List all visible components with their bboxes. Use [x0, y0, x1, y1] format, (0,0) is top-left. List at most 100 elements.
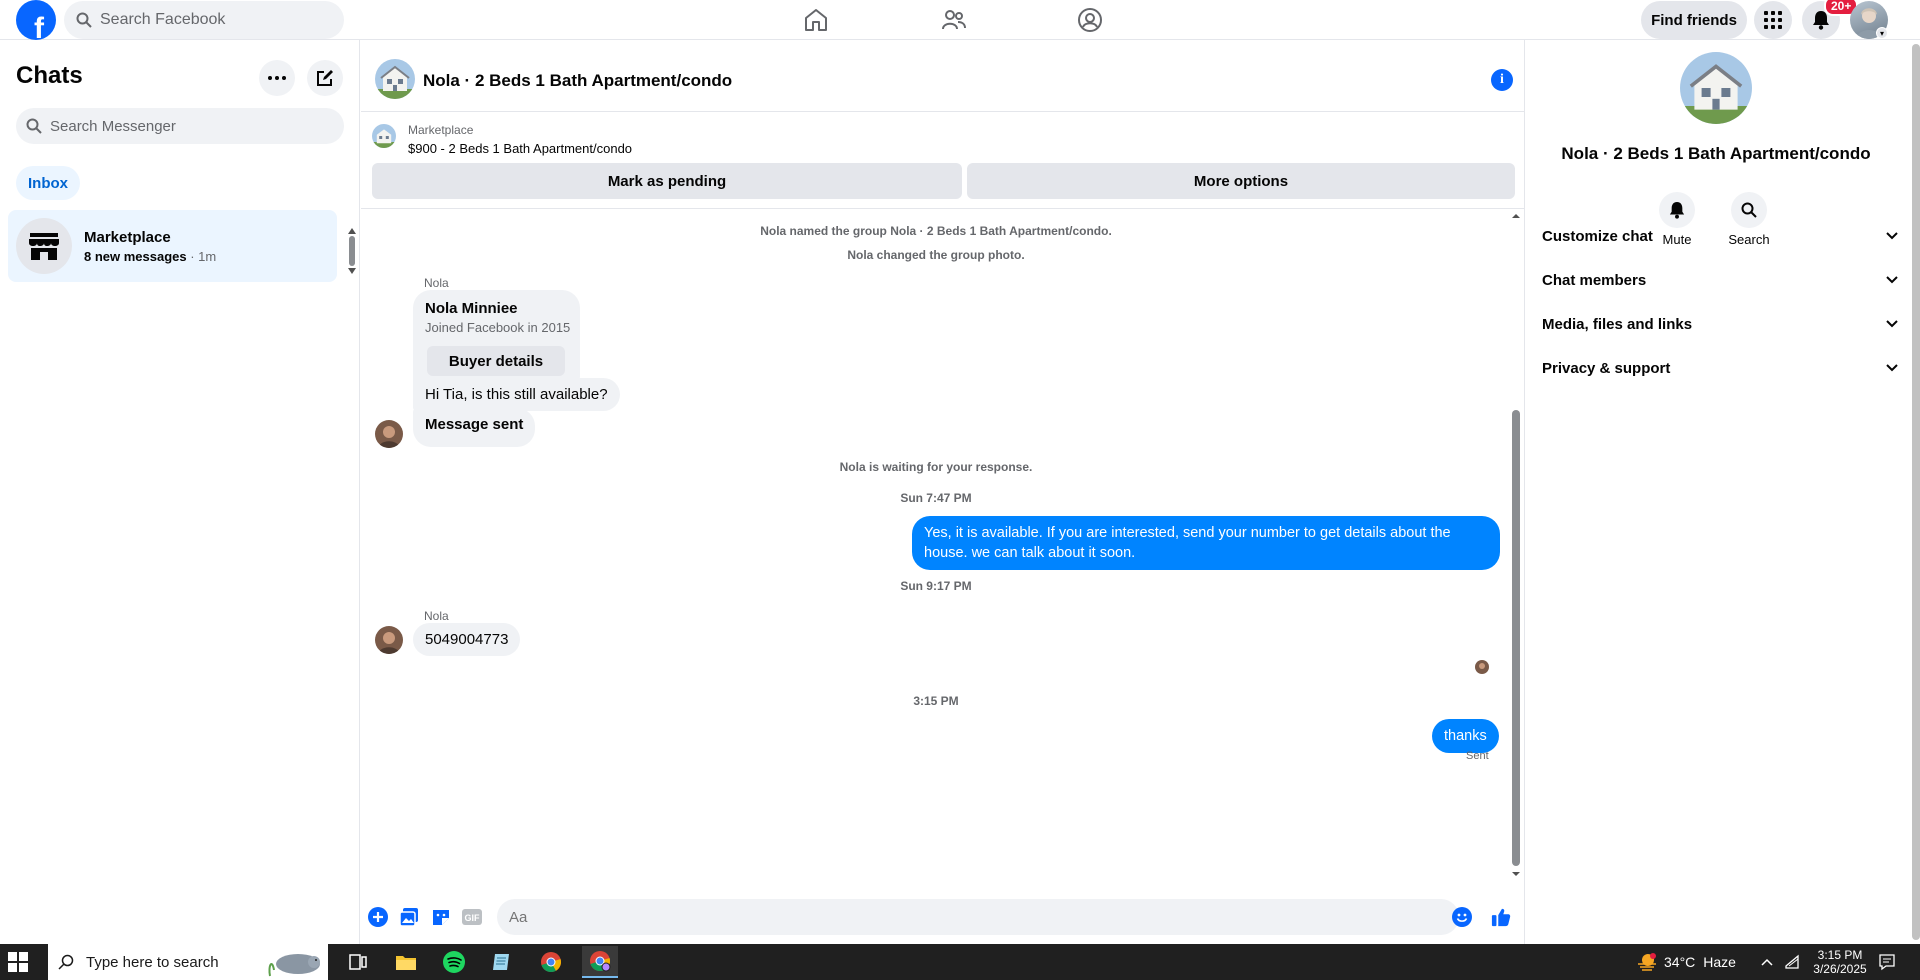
- top-navbar: f Search Facebook Find friends 20+ ▾: [0, 0, 1920, 40]
- search-icon: [58, 954, 74, 970]
- listing-thumbnail[interactable]: [372, 124, 396, 148]
- chrome-profile-icon[interactable]: [582, 946, 618, 978]
- incoming-message[interactable]: 5049004773: [413, 623, 521, 656]
- search-placeholder: Search Facebook: [100, 11, 226, 28]
- chat-title[interactable]: Nola · 2 Beds 1 Bath Apartment/condo: [423, 71, 732, 91]
- gif-icon[interactable]: GIF: [462, 907, 482, 927]
- info-icon[interactable]: i: [1491, 69, 1513, 91]
- chrome-icon[interactable]: [533, 946, 569, 978]
- section-label: Media, files and links: [1542, 315, 1693, 333]
- messenger-search-input[interactable]: Search Messenger: [16, 108, 344, 144]
- find-friends-button[interactable]: Find friends: [1641, 1, 1747, 39]
- inbox-filter-chip[interactable]: Inbox: [16, 166, 80, 200]
- svg-text:GIF: GIF: [465, 913, 481, 923]
- manatee-search-highlight-icon: [268, 954, 320, 977]
- spotify-icon[interactable]: [436, 946, 472, 978]
- conversation-title: Marketplace: [84, 228, 171, 246]
- taskbar-search-input[interactable]: Type here to search: [48, 944, 328, 980]
- buyer-joined: Joined Facebook in 2015: [425, 320, 571, 335]
- groups-icon[interactable]: [1076, 6, 1104, 34]
- new-message-icon[interactable]: [307, 60, 343, 96]
- friends-icon[interactable]: [940, 6, 968, 34]
- sender-name: Nola: [424, 609, 449, 623]
- weather-haze-icon: [1638, 953, 1656, 971]
- system-clock[interactable]: 3:15 PM 3/26/2025: [1800, 948, 1880, 976]
- listing-title[interactable]: $900 - 2 Beds 1 Bath Apartment/condo: [408, 141, 632, 156]
- outgoing-message[interactable]: Yes, it is available. If you are interes…: [912, 516, 1500, 570]
- facebook-logo[interactable]: f: [16, 0, 56, 40]
- facebook-search-input[interactable]: Search Facebook: [64, 1, 344, 39]
- message-status: Sent: [1466, 750, 1489, 762]
- more-options-icon[interactable]: [259, 60, 295, 96]
- group-photo-large[interactable]: [1680, 52, 1752, 124]
- windows-taskbar: Type here to search 34°C Haze 3:15 PM 3/…: [0, 944, 1920, 980]
- thread-scrollbar[interactable]: [1509, 210, 1523, 882]
- clock-time: 3:15 PM: [1817, 948, 1863, 962]
- more-options-button[interactable]: More options: [967, 163, 1515, 199]
- chevron-down-icon: [1886, 320, 1898, 328]
- clock-date: 3/26/2025: [1813, 962, 1867, 976]
- sidebar-scrollbar[interactable]: [348, 228, 356, 274]
- conversation-preview: 8 new messages · 1m: [84, 248, 217, 264]
- chat-members-section[interactable]: Chat members: [1542, 262, 1898, 298]
- chat-details-panel: Nola · 2 Beds 1 Bath Apartment/condo Mut…: [1526, 40, 1920, 944]
- event-named-group: Nola named the group Nola · 2 Beds 1 Bat…: [760, 224, 1112, 238]
- weather-temp: 34°C: [1664, 954, 1696, 970]
- buyer-name: Nola Minniee: [425, 300, 518, 317]
- search-icon: [26, 118, 42, 134]
- marketplace-label: Marketplace: [408, 123, 474, 137]
- sticker-icon[interactable]: [431, 907, 451, 927]
- message-thread: Nola named the group Nola · 2 Beds 1 Bat…: [361, 210, 1525, 882]
- details-title: Nola · 2 Beds 1 Bath Apartment/condo: [1561, 144, 1871, 163]
- weather-widget[interactable]: 34°C Haze: [1636, 953, 1736, 971]
- chat-panel: Nola · 2 Beds 1 Bath Apartment/condo i M…: [361, 40, 1525, 944]
- incoming-message[interactable]: Message sent: [413, 408, 536, 447]
- group-photo-avatar[interactable]: [375, 59, 415, 99]
- add-plus-icon[interactable]: [368, 907, 388, 927]
- sender-name: Nola: [424, 276, 449, 290]
- message-composer: GIF: [361, 890, 1525, 944]
- buyer-details-button[interactable]: Buyer details: [427, 346, 565, 376]
- incoming-message[interactable]: Hi Tia, is this still available?: [413, 378, 620, 411]
- timestamp: Sun 9:17 PM: [900, 579, 972, 593]
- customize-chat-section[interactable]: Customize chat: [1542, 218, 1898, 254]
- windows-start-icon[interactable]: [8, 952, 28, 977]
- seen-by-avatar: [1475, 660, 1489, 674]
- sender-avatar: [375, 420, 403, 448]
- search-icon: [76, 12, 92, 28]
- emoji-icon[interactable]: [1452, 907, 1472, 932]
- message-input[interactable]: [497, 899, 1459, 935]
- event-changed-photo: Nola changed the group photo.: [847, 248, 1025, 262]
- event-waiting-response: Nola is waiting for your response.: [839, 460, 1033, 474]
- like-thumbs-up-icon[interactable]: [1491, 907, 1511, 927]
- tray-chevron-up-icon[interactable]: [1760, 954, 1774, 972]
- file-explorer-icon[interactable]: [388, 946, 424, 978]
- page-scrollbar[interactable]: [1912, 40, 1920, 944]
- network-wifi-icon[interactable]: [1784, 954, 1800, 975]
- privacy-support-section[interactable]: Privacy & support: [1542, 350, 1898, 386]
- action-center-notification-icon[interactable]: [1878, 953, 1896, 976]
- outgoing-message[interactable]: thanks: [1432, 719, 1499, 753]
- conversation-item-marketplace[interactable]: Marketplace 8 new messages · 1m: [8, 210, 337, 282]
- account-chevron-down-icon[interactable]: ▾: [1876, 27, 1888, 39]
- menu-grid-icon[interactable]: [1754, 1, 1792, 39]
- section-label: Privacy & support: [1542, 359, 1671, 377]
- chevron-down-icon: [1886, 364, 1898, 372]
- chats-sidebar: Chats Search Messenger Inbox Marketplace…: [0, 40, 360, 944]
- home-icon[interactable]: [802, 6, 830, 34]
- sender-avatar: [375, 626, 403, 654]
- section-label: Customize chat: [1542, 227, 1653, 245]
- chats-heading: Chats: [16, 62, 83, 89]
- storefront-icon: [16, 218, 72, 274]
- mark-as-pending-button[interactable]: Mark as pending: [372, 163, 962, 199]
- media-files-links-section[interactable]: Media, files and links: [1542, 306, 1898, 342]
- notepad-icon[interactable]: [484, 946, 520, 978]
- task-view-icon[interactable]: [340, 946, 376, 978]
- photo-icon[interactable]: [399, 907, 419, 927]
- timestamp: Sun 7:47 PM: [900, 491, 972, 505]
- chat-header: Nola · 2 Beds 1 Bath Apartment/condo i: [361, 40, 1525, 112]
- section-label: Chat members: [1542, 271, 1647, 289]
- marketplace-listing-bar: Marketplace $900 - 2 Beds 1 Bath Apartme…: [361, 113, 1525, 209]
- timestamp: 3:15 PM: [913, 694, 959, 708]
- messenger-search-placeholder: Search Messenger: [50, 117, 176, 135]
